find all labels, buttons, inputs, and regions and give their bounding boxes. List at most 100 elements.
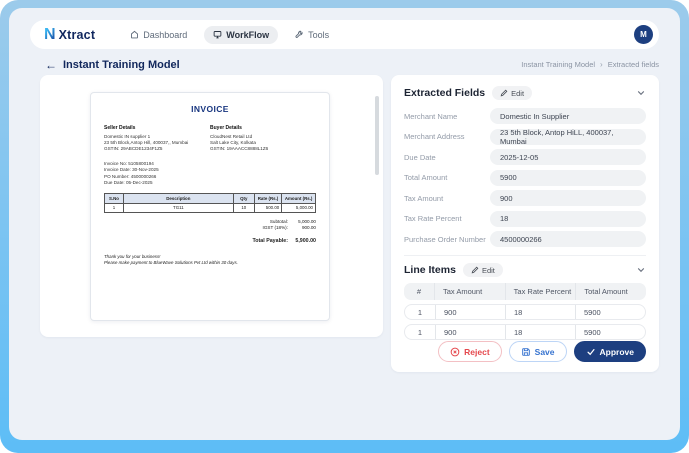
footer-thanks: Thank you for your business! bbox=[104, 253, 161, 259]
line-items-collapse-chevron-icon[interactable] bbox=[636, 265, 646, 275]
merchant-name-field[interactable]: Domestic In Supplier bbox=[490, 108, 646, 124]
nav-label-workflow: WorkFlow bbox=[226, 29, 270, 40]
field-row-due-date: Due Date 2025-12-05 bbox=[404, 149, 646, 165]
save-button[interactable]: Save bbox=[508, 341, 567, 362]
breadcrumb-current: Extracted fields bbox=[607, 60, 659, 69]
igst-label: IGST (18%): bbox=[262, 225, 288, 231]
extracted-fields-collapse-chevron-icon[interactable] bbox=[636, 88, 646, 98]
line-items-title: Line Items bbox=[404, 264, 456, 276]
tax-rate-field[interactable]: 18 bbox=[490, 210, 646, 227]
col-rate: Rate (Rs.) bbox=[253, 193, 283, 204]
line-items-header: Line Items Edit bbox=[404, 263, 646, 277]
reject-button[interactable]: Reject bbox=[438, 341, 502, 362]
cell-sno: 1 bbox=[104, 202, 124, 213]
floppy-save-icon bbox=[521, 347, 530, 356]
total-amount-field[interactable]: 5900 bbox=[490, 169, 646, 186]
brand-logo: N Xtract bbox=[44, 25, 96, 43]
invoice-line-table: S.No Description Qty Rate (Rs.) Amount (… bbox=[104, 193, 316, 213]
document-viewer-panel: INVOICE Seller Details Domestic IN suppl… bbox=[40, 75, 383, 337]
li-col-index: # bbox=[416, 287, 422, 296]
action-buttons: Reject Save Approve bbox=[438, 341, 646, 362]
extracted-fields-edit-button[interactable]: Edit bbox=[492, 86, 533, 100]
footer-payment-note: Please make payment to BlueWave Solution… bbox=[104, 260, 238, 266]
approve-label: Approve bbox=[599, 346, 634, 357]
subtotal-row: Subtotal: 5,000.00 bbox=[270, 219, 316, 224]
breadcrumb-separator-icon: › bbox=[600, 60, 603, 69]
invoice-parties: Seller Details Domestic IN supplier 1 23… bbox=[104, 125, 316, 153]
approve-button[interactable]: Approve bbox=[573, 341, 646, 362]
total-payable-row: Total Payable: 5,900.00 bbox=[252, 238, 316, 244]
field-row-po-number: Purchase Order Number 4500000266 bbox=[404, 231, 646, 247]
nav-item-workflow[interactable]: WorkFlow bbox=[204, 25, 279, 44]
pencil-icon bbox=[471, 266, 479, 274]
li-cell-tax-rate[interactable]: 18 bbox=[505, 325, 575, 339]
due-date-field[interactable]: 2025-12-05 bbox=[490, 149, 646, 165]
extracted-fields-title: Extracted Fields bbox=[404, 87, 486, 99]
field-label: Due Date bbox=[404, 152, 436, 162]
total-payable-label: Total Payable: bbox=[252, 237, 288, 244]
invoice-footer: Thank you for your business! Please make… bbox=[104, 254, 316, 267]
reject-label: Reject bbox=[464, 346, 490, 357]
top-nav-bar: N Xtract Dashboard WorkFlow Tools M bbox=[30, 20, 659, 49]
nav-label-dashboard: Dashboard bbox=[143, 29, 188, 40]
check-icon bbox=[586, 348, 595, 355]
field-row-total-amount: Total Amount 5900 bbox=[404, 169, 646, 186]
field-label: Merchant Address bbox=[404, 132, 465, 141]
buyer-details: Buyer Details CloudNest Retail Ltd Salt … bbox=[210, 125, 316, 153]
due-date: Due Date: 05-Dec-2025 bbox=[104, 179, 153, 185]
field-label: Purchase Order Number bbox=[404, 234, 486, 244]
circle-x-icon bbox=[450, 347, 460, 356]
col-description: Description bbox=[122, 193, 234, 204]
logo-n-icon: N bbox=[44, 25, 56, 43]
igst-row: IGST (18%): 900.00 bbox=[263, 225, 316, 230]
nav-item-dashboard[interactable]: Dashboard bbox=[121, 26, 196, 44]
buyer-heading: Buyer Details bbox=[210, 125, 242, 131]
breadcrumb: Instant Training Model › Extracted field… bbox=[521, 60, 659, 69]
li-cell-tax-rate[interactable]: 18 bbox=[505, 305, 575, 319]
field-label: Total Amount bbox=[404, 173, 448, 182]
invoice-meta: Invoice No: 5105800194 Invoice Date: 30-… bbox=[104, 161, 316, 187]
line-items-table-header: # Tax Amount Tax Rate Percent Total Amou… bbox=[404, 283, 646, 300]
main-nav: Dashboard WorkFlow Tools bbox=[121, 25, 338, 44]
nav-item-tools[interactable]: Tools bbox=[286, 26, 338, 44]
invoice-table-row: 1 TG11 10 500.00 5,000.00 bbox=[104, 202, 316, 213]
col-qty: Qty bbox=[232, 193, 255, 204]
dashboard-home-icon bbox=[130, 30, 139, 39]
edit-label: Edit bbox=[481, 265, 495, 275]
field-row-tax-amount: Tax Amount 900 bbox=[404, 190, 646, 206]
back-arrow-icon[interactable]: ← bbox=[45, 59, 57, 71]
cell-rate: 500.00 bbox=[253, 202, 283, 213]
extracted-fields-header: Extracted Fields Edit bbox=[404, 86, 646, 100]
breadcrumb-parent[interactable]: Instant Training Model bbox=[521, 60, 595, 69]
li-cell-tax-amount[interactable]: 900 bbox=[435, 305, 505, 319]
line-item-row: 1 900 18 5900 bbox=[404, 324, 646, 340]
li-cell-index: 1 bbox=[417, 307, 423, 317]
field-row-merchant-name: Merchant Name Domestic In Supplier bbox=[404, 108, 646, 124]
li-cell-index: 1 bbox=[417, 327, 423, 337]
user-avatar[interactable]: M bbox=[634, 25, 653, 44]
tools-wrench-icon bbox=[295, 30, 304, 39]
seller-details: Seller Details Domestic IN supplier 1 23… bbox=[104, 125, 210, 153]
subtotal-value: 5,000.00 bbox=[298, 218, 316, 224]
app-window: N Xtract Dashboard WorkFlow Tools M ← In… bbox=[0, 0, 689, 453]
line-item-row: 1 900 18 5900 bbox=[404, 304, 646, 320]
field-row-tax-rate: Tax Rate Percent 18 bbox=[404, 210, 646, 227]
col-sno: S.No bbox=[104, 193, 124, 204]
li-cell-total-amount[interactable]: 5900 bbox=[575, 305, 645, 319]
cell-qty: 10 bbox=[232, 202, 255, 213]
merchant-address-field[interactable]: 23 5th Block, Antop HiLL, 400037, Mumbai bbox=[490, 128, 646, 146]
li-cell-total-amount[interactable]: 5900 bbox=[575, 325, 645, 339]
edit-label: Edit bbox=[511, 88, 525, 98]
po-number-field[interactable]: 4500000266 bbox=[490, 231, 646, 247]
igst-value: 900.00 bbox=[301, 225, 316, 231]
invoice-table-header: S.No Description Qty Rate (Rs.) Amount (… bbox=[104, 193, 316, 204]
tax-amount-field[interactable]: 900 bbox=[490, 190, 646, 206]
cell-amount: 5,000.00 bbox=[281, 202, 316, 213]
brand-name: Xtract bbox=[58, 27, 96, 42]
document-scrollbar[interactable] bbox=[375, 96, 379, 175]
li-cell-tax-amount[interactable]: 900 bbox=[435, 325, 505, 339]
li-col-tax-rate: Tax Rate Percent bbox=[504, 283, 576, 300]
line-items-edit-button[interactable]: Edit bbox=[462, 263, 503, 277]
pencil-icon bbox=[500, 89, 508, 97]
seller-line: GSTIN: 29ABCDE1234F1Z5 bbox=[104, 146, 163, 152]
